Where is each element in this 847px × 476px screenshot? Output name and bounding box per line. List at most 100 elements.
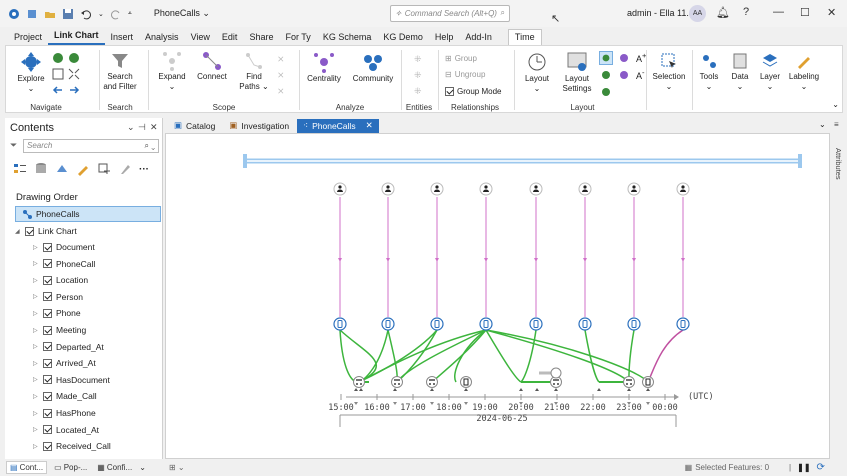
forward-icon[interactable] — [68, 84, 80, 96]
group-mode-check[interactable] — [445, 87, 454, 96]
layer-visibility-checkbox[interactable] — [43, 358, 52, 368]
layout-button[interactable]: Layout ⌄ — [519, 51, 555, 94]
layer-visibility-checkbox[interactable] — [43, 308, 52, 318]
expand-icon[interactable]: ▷ — [33, 443, 39, 450]
layout-option-icon[interactable] — [617, 68, 631, 82]
layer-visibility-checkbox[interactable] — [43, 325, 52, 335]
person-node[interactable] — [627, 182, 641, 196]
list-by-data-source-icon[interactable] — [34, 162, 48, 176]
call-node[interactable] — [642, 376, 654, 388]
layer-item[interactable]: ▷ HasDocument — [33, 375, 110, 385]
phone-node[interactable] — [381, 317, 395, 331]
ribbon-collapse-icon[interactable]: ⌄ — [832, 100, 839, 109]
person-node[interactable] — [430, 182, 444, 196]
relationship-edge[interactable] — [339, 329, 377, 383]
expand-icon[interactable]: ▷ — [33, 277, 39, 284]
centrality-button[interactable]: Centrality — [302, 51, 346, 84]
phone-node[interactable] — [529, 317, 543, 331]
layer-visibility-checkbox[interactable] — [43, 425, 52, 435]
call-node[interactable] — [426, 376, 438, 388]
layer-visibility-checkbox[interactable] — [43, 275, 52, 285]
more-options-icon[interactable]: ··· — [139, 164, 149, 175]
layer-item[interactable]: ▷ Located_At — [33, 425, 99, 435]
layer-item[interactable]: ▷ Person — [33, 292, 83, 302]
zoom-out-icon[interactable] — [68, 52, 80, 64]
phone-node[interactable] — [333, 317, 347, 331]
tab-share[interactable]: Share — [243, 30, 279, 45]
find-paths-button[interactable]: Find Paths ⌄ — [237, 51, 271, 92]
search-and-filter-button[interactable]: Search and Filter — [100, 51, 140, 92]
call-node[interactable] — [353, 376, 365, 388]
layer-visibility-checkbox[interactable] — [25, 226, 34, 236]
command-search-input[interactable]: ✧ Command Search (Alt+Q) ⌕ — [390, 5, 510, 22]
scope-small-icon[interactable]: ⨯ — [277, 70, 285, 81]
filter-icon[interactable]: ⏷ — [10, 140, 17, 151]
map-root-item[interactable]: PhoneCalls — [15, 206, 161, 222]
layer-item[interactable]: ▷ Meeting — [33, 325, 86, 335]
tab-analysis[interactable]: Analysis — [139, 30, 185, 45]
customize-qat-icon[interactable]: ⩡ — [128, 10, 132, 18]
layer-button[interactable]: Layer ⌄ — [756, 51, 784, 92]
attributes-tab[interactable]: Attributes — [834, 148, 843, 180]
phone-node[interactable] — [676, 317, 690, 331]
tab-kg-demo[interactable]: KG Demo — [377, 30, 429, 45]
undo-icon[interactable] — [80, 8, 92, 20]
expand-icon[interactable]: ▷ — [33, 343, 39, 350]
help-icon[interactable]: ? — [743, 6, 749, 18]
time-slider-start-handle[interactable] — [243, 154, 247, 168]
list-by-selection-icon[interactable] — [55, 162, 69, 176]
contents-tab[interactable]: ▤ Cont... — [6, 461, 48, 474]
layer-item[interactable]: ▷ HasPhone — [33, 408, 96, 418]
pause-drawing-icon[interactable]: ❚❚ — [797, 463, 810, 472]
person-node[interactable] — [479, 182, 493, 196]
phone-node[interactable] — [430, 317, 444, 331]
expand-icon[interactable]: ▷ — [33, 310, 39, 317]
tab-kg-schema[interactable]: KG Schema — [317, 30, 378, 45]
layer-visibility-checkbox[interactable] — [43, 408, 52, 418]
close-tab-icon[interactable]: ✕ — [366, 120, 373, 131]
link-chart-view[interactable]: 15:00 16:00 17:00 18:00 19:00 20:00 21:00 22:00… — [165, 133, 830, 459]
attributes-side-panel[interactable]: Attributes ≡ — [831, 118, 847, 459]
layer-item[interactable]: ▷ Received_Call — [33, 441, 111, 451]
redo-icon[interactable] — [110, 8, 122, 20]
layer-visibility-checkbox[interactable] — [43, 441, 52, 451]
list-by-drawing-order-icon[interactable] — [13, 162, 27, 176]
selection-button[interactable]: Selection ⌄ — [649, 51, 689, 92]
tab-edit[interactable]: Edit — [216, 30, 244, 45]
new-project-icon[interactable] — [26, 8, 38, 20]
expand-button[interactable]: Expand ⌄ — [155, 51, 189, 92]
expand-icon[interactable]: ▷ — [33, 293, 39, 300]
investigation-tab[interactable]: ▣ Investigation — [223, 119, 295, 133]
phonecalls-tab[interactable]: ⁖ PhoneCalls ✕ — [297, 118, 379, 133]
expand-icon[interactable]: ▷ — [33, 426, 39, 433]
zoom-in-icon[interactable] — [52, 52, 64, 64]
expand-icon[interactable]: ▷ — [33, 360, 39, 367]
tab-insert[interactable]: Insert — [105, 30, 140, 45]
time-slider-end-handle[interactable] — [798, 154, 802, 168]
layer-visibility-checkbox[interactable] — [43, 259, 52, 269]
layer-visibility-checkbox[interactable] — [43, 391, 52, 401]
relationship-edge[interactable] — [628, 329, 635, 383]
layer-item[interactable]: ▷ Phone — [33, 308, 81, 318]
ungroup-button[interactable]: ⊟ Ungroup — [445, 70, 485, 79]
layer-visibility-checkbox[interactable] — [43, 292, 52, 302]
call-node[interactable] — [460, 376, 472, 388]
layer-item[interactable]: ▷ Departed_At — [33, 342, 104, 352]
pane-overflow-icon[interactable]: ⌄ — [139, 463, 146, 472]
time-slider[interactable] — [243, 154, 802, 168]
expand-icon[interactable]: ▷ — [33, 376, 39, 383]
layer-item[interactable]: ▷ Document — [33, 242, 95, 252]
expand-icon[interactable]: ▷ — [33, 260, 39, 267]
user-name[interactable]: admin - Ella 11.4 — [627, 8, 694, 18]
call-node[interactable] — [391, 376, 403, 388]
configure-tab[interactable]: ▦ Confi... — [94, 462, 135, 473]
link-chart-group[interactable]: ◢ Link Chart — [15, 226, 77, 236]
fixed-zoom-icon[interactable] — [68, 68, 80, 80]
tab-link-chart[interactable]: Link Chart — [48, 28, 105, 45]
layer-item[interactable]: ▷ Location — [33, 275, 88, 285]
maximize-icon[interactable]: ☐ — [800, 6, 810, 19]
relationship-edge[interactable] — [358, 329, 487, 383]
phone-node[interactable] — [479, 317, 493, 331]
tab-project[interactable]: Project — [8, 30, 48, 45]
relationship-edge[interactable] — [396, 329, 438, 383]
